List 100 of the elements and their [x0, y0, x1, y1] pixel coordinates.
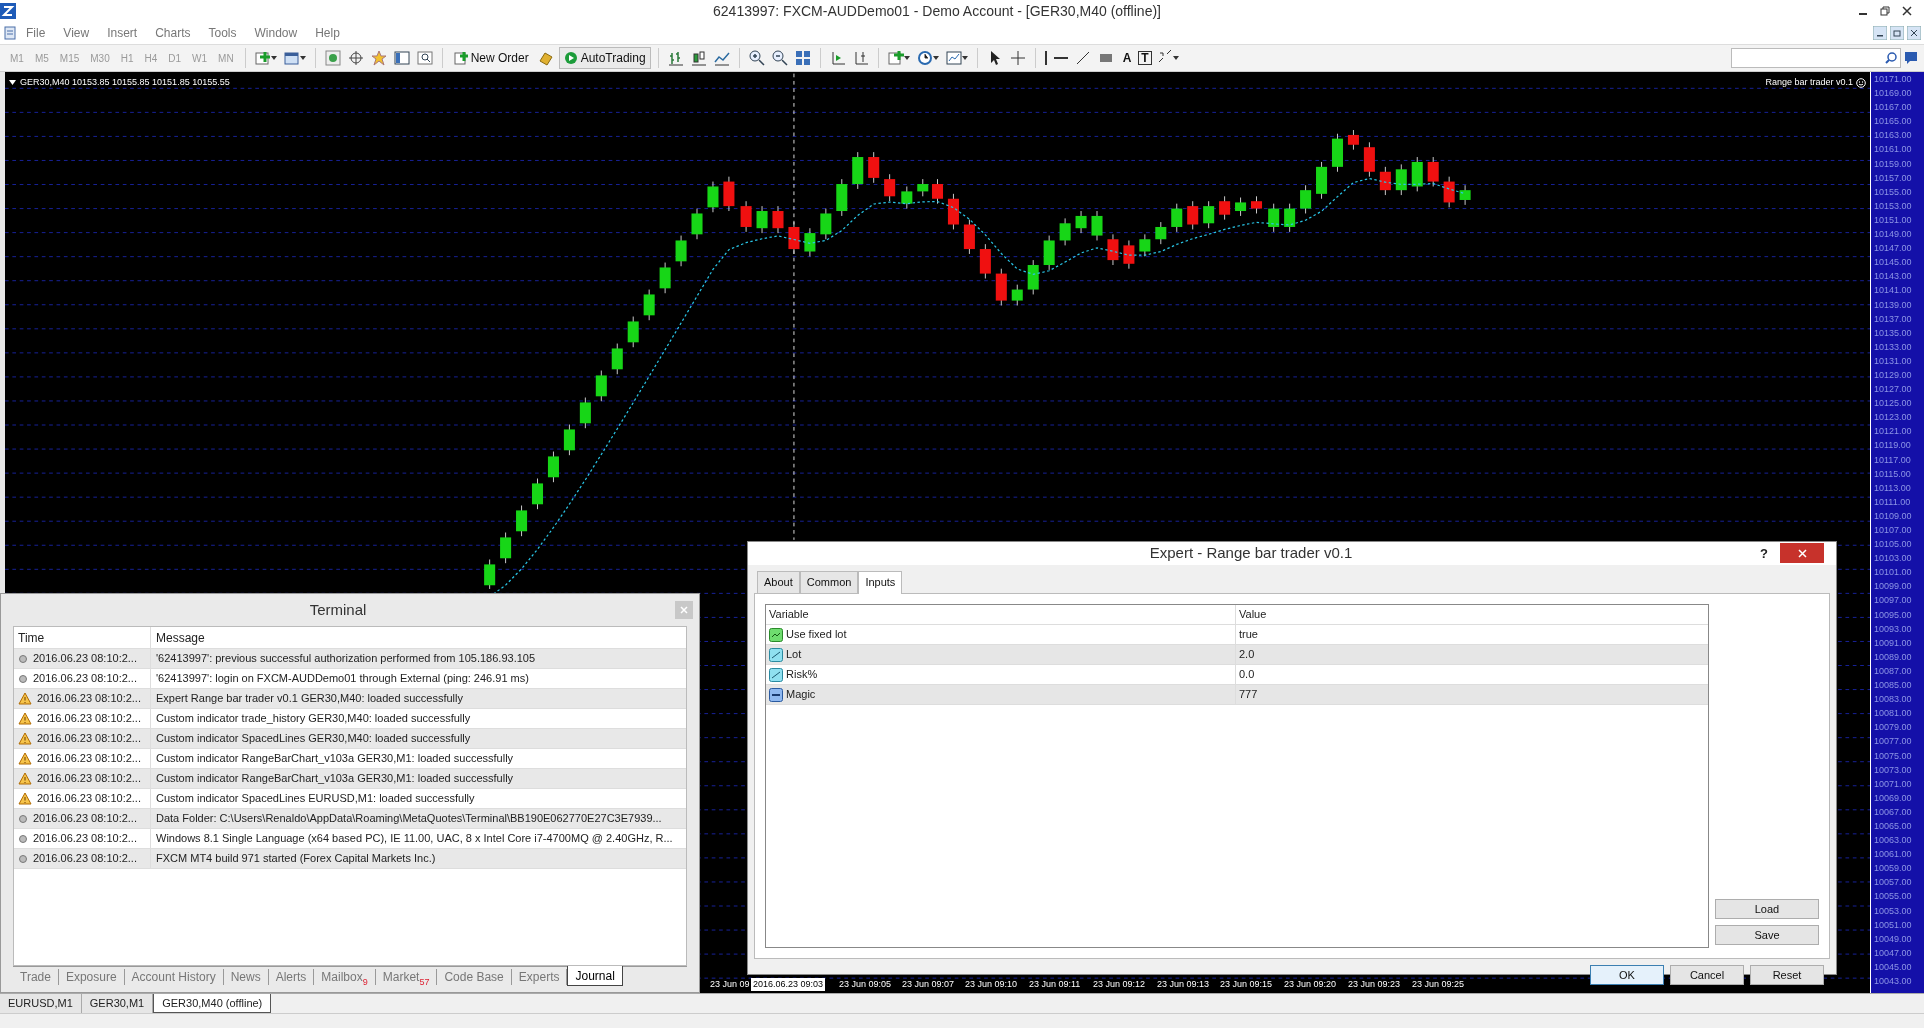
autotrading-button[interactable]: AutoTrading	[558, 47, 651, 69]
log-message: Custom indicator trade_history GER30,M40: loaded successfully	[155, 711, 471, 727]
dialog-button[interactable]: Reset	[1750, 965, 1824, 985]
price-label: 10091.00	[1873, 636, 1913, 650]
price-label: 10155.00	[1873, 185, 1913, 199]
variable-name: Risk%	[786, 667, 818, 683]
play-icon	[563, 51, 578, 65]
restore-icon[interactable]	[1880, 6, 1890, 16]
caret-icon[interactable]	[9, 80, 16, 86]
candle	[979, 243, 991, 279]
dialog-button[interactable]: OK	[1590, 965, 1664, 985]
time-label: 23 Jun 09:20	[1283, 977, 1338, 991]
terminal-tab[interactable]: Journal	[567, 966, 623, 986]
log-message: Data Folder: C:\Users\Renaldo\AppData\Roaming\MetaQuotes\Terminal\BB190E062770E27C3E7939...	[155, 811, 662, 827]
price-label: 10139.00	[1873, 298, 1913, 312]
price-label: 10169.00	[1873, 87, 1913, 101]
crosshair-icon	[347, 50, 364, 66]
candle	[917, 178, 929, 197]
text-tool-button[interactable]: A	[1118, 48, 1136, 68]
variable-value[interactable]: 0.0	[1236, 666, 1255, 683]
panel-button[interactable]	[391, 48, 412, 68]
menu-item[interactable]: Tools	[199, 24, 246, 42]
indicator-button[interactable]	[885, 48, 912, 68]
price-label: 10163.00	[1873, 129, 1913, 143]
variable-name: Magic	[786, 687, 816, 703]
crosshair-icon	[1009, 50, 1026, 66]
search-field[interactable]	[1731, 48, 1901, 68]
variable-type-icon	[769, 647, 783, 662]
candle	[1379, 166, 1391, 196]
terminal-tab[interactable]: Market$_{57}$	[375, 969, 438, 985]
new-order-button[interactable]: New Order	[449, 48, 533, 68]
candle	[804, 227, 816, 257]
dialog-tab[interactable]: About	[757, 570, 800, 593]
close-icon[interactable]	[1907, 26, 1921, 40]
variable-value[interactable]: 2.0	[1236, 646, 1255, 663]
chart-tab[interactable]: GER30,M1	[81, 994, 154, 1013]
candle	[756, 205, 768, 234]
menu-item[interactable]: File	[17, 24, 55, 42]
candle	[1443, 176, 1455, 208]
log-message: Custom indicator RangeBarChart_v103a GER30,M1: loaded successfully	[155, 771, 514, 787]
terminal-tab[interactable]: Mailbox$_{9}$	[314, 969, 376, 985]
price-label: 10141.00	[1873, 284, 1913, 298]
chat-icon[interactable]	[1904, 51, 1918, 65]
price-label: 10131.00	[1873, 354, 1913, 368]
help-button[interactable]: ?	[1754, 542, 1774, 564]
menu-item[interactable]: Window	[245, 24, 307, 42]
dialog-tab[interactable]: Common	[799, 570, 859, 593]
price-label: 10161.00	[1873, 143, 1913, 157]
menu-item[interactable]: Insert	[98, 24, 147, 42]
candle	[963, 219, 975, 255]
price-label: 10143.00	[1873, 270, 1913, 284]
price-label: 10057.00	[1873, 876, 1913, 890]
zoom-in-button[interactable]	[746, 48, 767, 68]
price-label: 10049.00	[1873, 932, 1913, 946]
menu-item[interactable]: Charts	[146, 24, 200, 42]
dialog-button[interactable]: Cancel	[1670, 965, 1744, 985]
candle	[1316, 161, 1328, 200]
column-header: Time	[18, 629, 45, 647]
time-label: 23 Jun 09:10	[964, 977, 1019, 991]
minimize-icon[interactable]	[1873, 26, 1887, 40]
template-button[interactable]	[943, 48, 970, 68]
variable-value[interactable]: 777	[1236, 686, 1258, 703]
price-label: 10045.00	[1873, 960, 1913, 974]
price-label: 10089.00	[1873, 650, 1913, 664]
close-icon[interactable]	[1902, 6, 1912, 16]
chart-shift-icon	[852, 50, 869, 66]
candle	[691, 208, 703, 240]
terminal-tab[interactable]: Account History	[124, 969, 224, 985]
warning-icon	[18, 692, 32, 705]
price-label: 10111.00	[1873, 495, 1912, 509]
caret-icon	[961, 56, 968, 60]
candle	[1395, 163, 1407, 196]
info-dot-icon	[18, 833, 28, 844]
candle	[595, 370, 607, 402]
zoom-out-button[interactable]	[769, 48, 790, 68]
terminal-tab[interactable]: Trade	[13, 969, 59, 985]
menu-item[interactable]: Help	[306, 24, 349, 42]
ingot-icon	[537, 50, 554, 66]
chart-tab[interactable]: EURUSD,M1	[0, 994, 82, 1013]
magnifier-button[interactable]	[414, 48, 435, 68]
candle	[868, 151, 880, 184]
menu-item[interactable]: View	[54, 24, 99, 42]
dialog-tab[interactable]: Inputs	[858, 570, 903, 594]
text-tool-button[interactable]: T	[1138, 51, 1152, 65]
magnifier-icon	[416, 50, 433, 66]
terminal-tab[interactable]: Exposure	[58, 969, 125, 985]
chart-tab[interactable]: GER30,M40 (offline)	[153, 994, 272, 1013]
terminal-tab[interactable]: Alerts	[268, 969, 315, 985]
terminal-tab[interactable]: Code Base	[437, 969, 512, 985]
caret-icon	[299, 56, 306, 60]
variable-value[interactable]: true	[1236, 626, 1258, 643]
close-button[interactable]	[1780, 543, 1824, 564]
price-label: 10063.00	[1873, 834, 1913, 848]
log-message: Custom indicator RangeBarChart_v103a GER30,M1: loaded successfully	[155, 751, 514, 767]
candle	[772, 205, 784, 234]
terminal-tab[interactable]: News	[223, 969, 269, 985]
price-label: 10153.00	[1873, 199, 1913, 213]
dialog-button[interactable]: Save	[1715, 925, 1819, 945]
candle	[852, 151, 864, 190]
dialog-button[interactable]: Load	[1715, 899, 1819, 919]
